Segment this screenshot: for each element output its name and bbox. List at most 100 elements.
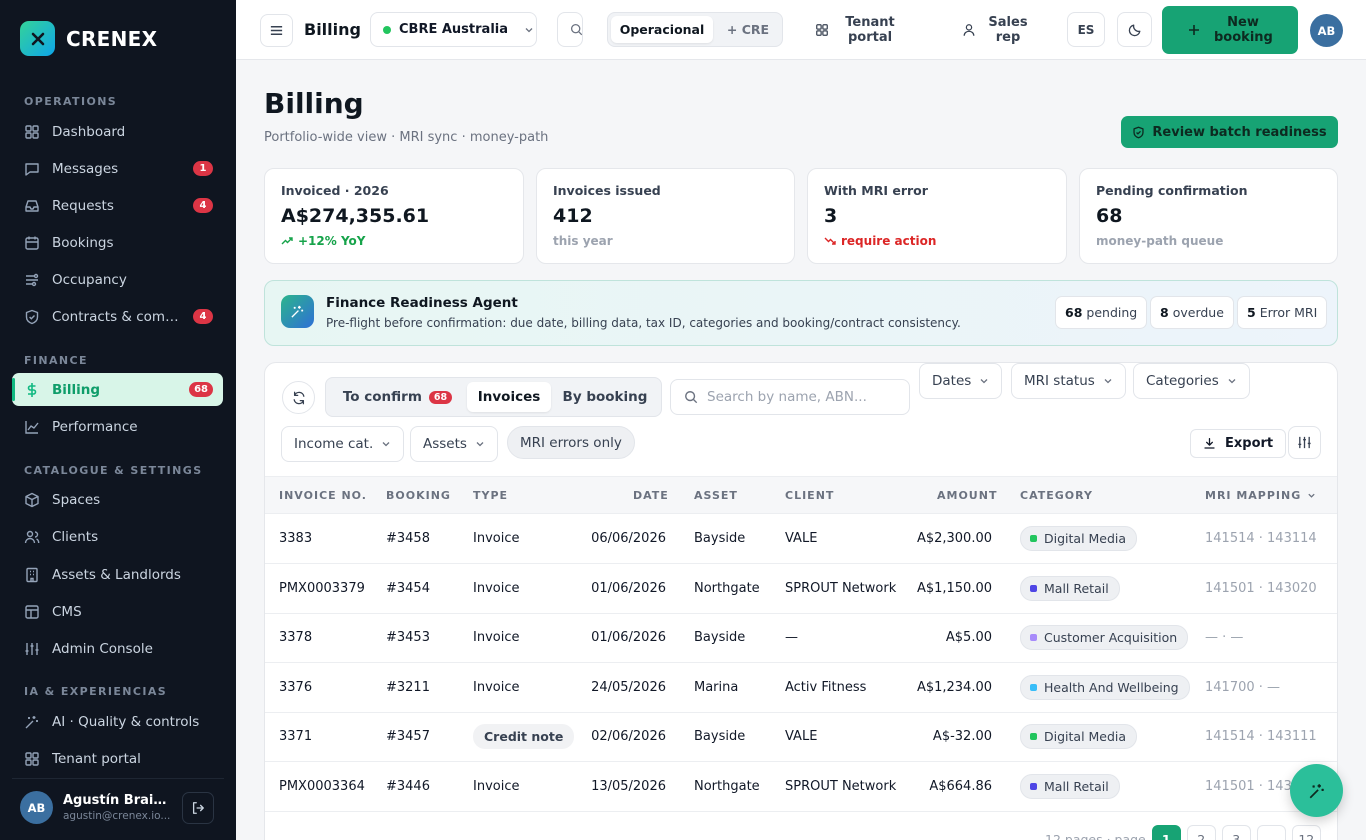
agent-description: Pre-flight before confirmation: due date… [326,316,961,330]
tab-to-confirm[interactable]: To confirm 68 [330,382,465,412]
column-header-mri-mapping[interactable]: MRI MAPPING [1205,489,1316,502]
mode-cre[interactable]: + CRE [716,16,780,43]
column-header-invoice-no[interactable]: INVOICE NO. [279,489,367,502]
logout-button[interactable] [182,791,214,824]
cell-booking[interactable]: #3458 [386,531,430,546]
sidebar-item-label: Performance [52,418,138,435]
global-search-button[interactable] [557,12,583,47]
sales-rep-button[interactable]: Sales rep [956,12,1036,47]
ai-assistant-button[interactable] [1290,764,1343,817]
language-button[interactable]: ES [1067,12,1105,47]
pending-chip[interactable]: 68 pending [1055,296,1148,329]
mri-status-filter[interactable]: MRI status [1011,363,1126,399]
column-header-asset[interactable]: ASSET [694,489,738,502]
user-profile[interactable]: AB Agustín Braid... agustin@crenex.io... [12,778,224,836]
cell-booking[interactable]: #3446 [386,779,430,794]
refresh-button[interactable] [282,381,315,414]
tab-invoices[interactable]: Invoices [467,382,551,412]
new-booking-button[interactable]: New booking [1162,6,1298,54]
kpi-card-invoices-issued: Invoices issued 412 this year [536,168,795,264]
sidebar-item-requests[interactable]: Requests 4 [12,189,223,222]
sidebar-item-dashboard[interactable]: Dashboard [12,115,223,148]
sidebar-item-assets-landlords[interactable]: Assets & Landlords [12,558,223,591]
sidebar-item-clients[interactable]: Clients [12,520,223,553]
sidebar-item-messages[interactable]: Messages 1 [12,152,223,185]
sidebar-item-contracts[interactable]: Contracts & compl... 4 [12,300,223,333]
pagination: 12 pages · page 1 2 3… 12 [1045,825,1321,840]
cell-booking[interactable]: #3453 [386,630,430,645]
page-button[interactable]: 3 [1221,825,1251,840]
sidebar-item-label: Billing [52,381,101,398]
sidebar-item-ai-quality[interactable]: AI · Quality & controls [12,705,223,738]
column-settings-button[interactable] [1288,426,1321,459]
categories-filter[interactable]: Categories [1133,363,1250,399]
table-row[interactable]: 3383 #3458 Invoice 06/06/2026 Bayside VALE A$2… [265,514,1337,564]
column-header-type[interactable]: TYPE [473,489,508,502]
kpi-note: this year [553,234,613,248]
page-button[interactable]: 12 [1291,825,1321,840]
workspace-selector[interactable]: CBRE Australia [370,12,537,47]
sidebar-item-occupancy[interactable]: Occupancy [12,263,223,296]
sidebar-item-billing[interactable]: Billing 68 [12,373,223,406]
cell-amount: A$-32.00 [932,729,992,745]
sidebar-item-cms[interactable]: CMS [12,595,223,628]
chevron-down-icon [1307,491,1316,500]
page-button[interactable]: … [1256,825,1286,840]
cell-booking[interactable]: #3457 [386,729,430,744]
mode-operacional[interactable]: Operacional [611,16,713,43]
credit-note-badge: Credit note [473,724,575,750]
kpi-card-pending-confirmation: Pending confirmation 68 money-path queue [1079,168,1338,264]
column-header-date[interactable]: DATE [633,489,669,502]
cell-date: 02/06/2026 [591,729,666,745]
tab-by-booking[interactable]: By booking [555,382,655,412]
export-button[interactable]: Export [1190,429,1287,458]
theme-toggle[interactable] [1117,12,1152,47]
table-row[interactable]: 3376 #3211 Invoice 24/05/2026 Marina Activ Fi… [265,663,1337,713]
table-row[interactable]: 3371 #3457 Credit note 02/06/2026 Bayside VAL… [265,712,1337,763]
assets-filter[interactable]: Assets [410,426,498,462]
cell-client: — [785,630,798,646]
sidebar-item-admin-console[interactable]: Admin Console [12,632,223,665]
grid-icon [24,751,40,767]
cell-booking[interactable]: #3454 [386,581,430,596]
menu-button[interactable] [260,14,293,47]
overdue-chip[interactable]: 8 overdue [1150,296,1234,329]
sidebar-item-performance[interactable]: Performance [12,410,223,443]
chip-count: 8 [1160,305,1169,320]
section-title-catalogue: CATALOGUE & SETTINGS [24,464,203,477]
page-button[interactable]: 1 [1151,825,1181,840]
billing-table-panel: To confirm 68 Invoices By booking Search… [264,362,1338,840]
sliders-icon [24,641,40,657]
table-row[interactable]: 3378 #3453 Invoice 01/06/2026 Bayside — A$5.00… [265,613,1337,664]
column-header-booking[interactable]: BOOKING [386,489,451,502]
category-tag: Mall Retail [1020,774,1120,799]
search-field[interactable]: Search by name, ABN... [670,379,910,415]
tenant-portal-button[interactable]: Tenant portal [808,12,908,47]
category-label: Digital Media [1044,729,1127,745]
count-badge: 1 [193,161,213,176]
sidebar-item-spaces[interactable]: Spaces [12,483,223,516]
category-tag: Customer Acquisition [1020,625,1189,651]
cell-booking[interactable]: #3211 [386,680,430,695]
dates-filter[interactable]: Dates [919,363,1003,399]
table-row[interactable]: PMX0003379 #3454 Invoice 01/06/2026 Northgat… [265,564,1337,614]
sidebar-item-tenant-portal[interactable]: Tenant portal [12,742,223,775]
table-row[interactable]: PMX0003364 #3446 Invoice 13/05/2026 Northgat… [265,762,1337,812]
page-button[interactable]: 2 [1186,825,1216,840]
app-logo[interactable]: CRENEX [20,21,157,56]
column-header-category[interactable]: CATEGORY [1020,489,1093,502]
logo-icon [20,21,55,56]
error-mri-chip[interactable]: 5 Error MRI [1237,296,1328,329]
review-batch-readiness-button[interactable]: Review batch readiness [1121,116,1338,148]
sidebar-item-bookings[interactable]: Bookings [12,226,223,259]
avatar[interactable]: AB [1310,14,1343,47]
top-bar: Billing CBRE Australia Operacional + CRE… [236,0,1366,60]
trend-up-icon [281,235,293,247]
mri-errors-only-toggle[interactable]: MRI errors only [507,426,635,459]
column-header-amount[interactable]: AMOUNT [937,489,997,502]
search-icon [684,390,698,404]
income-category-filter[interactable]: Income cat. [281,426,405,462]
user-email: agustin@crenex.io... [63,810,171,822]
cell-asset: Marina [694,679,739,695]
column-header-client[interactable]: CLIENT [785,489,834,502]
